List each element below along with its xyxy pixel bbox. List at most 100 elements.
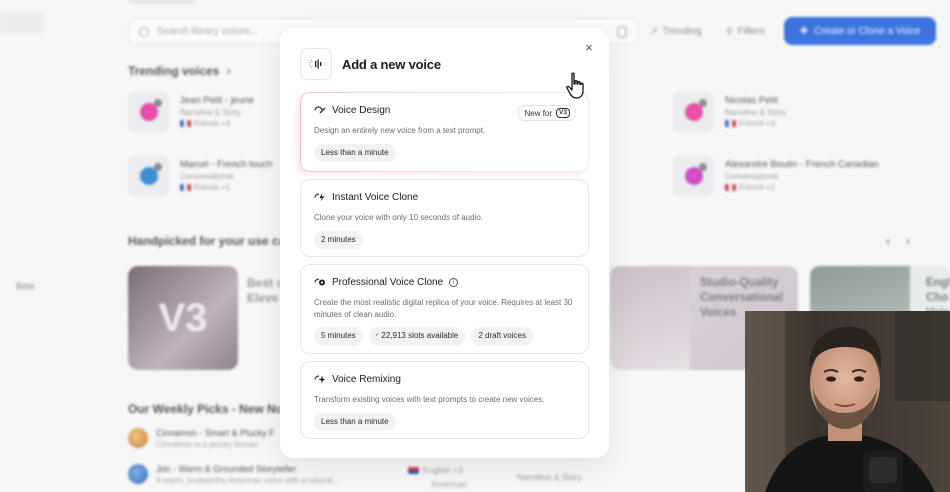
professional-voice-clone-option[interactable]: Professional Voice Clone i Create the mo… xyxy=(300,264,589,354)
webcam-overlay xyxy=(745,311,950,492)
plus-icon: ✚ xyxy=(799,25,809,37)
voice-avatar xyxy=(673,155,715,197)
voice-name: Alexandre Boutin - French Canadian xyxy=(725,159,879,170)
time-chip: 2 minutes xyxy=(314,230,363,249)
france-flag-icon xyxy=(180,120,191,127)
pick-avatar xyxy=(128,464,148,484)
voice-avatar xyxy=(673,91,715,133)
trending-heading-text: Trending voices xyxy=(128,64,220,78)
voice-item[interactable]: Jean Petit - jeune Narrative & Story Fre… xyxy=(128,91,254,133)
sort-icon[interactable] xyxy=(617,18,627,45)
voice-item[interactable]: Marcel - French touch Conversational Fre… xyxy=(128,155,272,197)
time-chip: 5 minutes xyxy=(314,327,363,346)
voice-language-text: French +1 xyxy=(739,183,776,192)
sidebar-active-item[interactable] xyxy=(0,12,44,34)
canada-flag-icon xyxy=(725,184,736,191)
time-chip: Less than a minute xyxy=(314,143,396,162)
voice-item[interactable]: Nicolas Petit Narrative & Story French +… xyxy=(673,91,786,133)
voice-design-desc: Design an entirely new voice from a text… xyxy=(314,126,486,135)
search-icon xyxy=(139,26,149,37)
voice-item[interactable]: Alexandre Boutin - French Canadian Conve… xyxy=(673,155,879,197)
filter-icon: ⚲ xyxy=(726,26,733,36)
pick-name: Cinnamon - Smart & Plucky F xyxy=(156,428,275,438)
pick-avatar xyxy=(128,428,148,448)
close-icon[interactable]: × xyxy=(581,39,597,55)
slots-chip-text: 22,913 slots available xyxy=(381,331,459,340)
hand-pointer-cursor-icon xyxy=(565,72,589,105)
top-tab-remnant xyxy=(128,0,196,4)
presenter-video-image xyxy=(745,311,950,492)
instant-clone-desc: Clone your voice with only 10 seconds of… xyxy=(314,213,483,222)
create-voice-button[interactable]: ✚ Create or Clone a Voice xyxy=(784,17,936,45)
trending-icon: ↗ xyxy=(650,26,658,36)
v3-card-image[interactable]: V3 xyxy=(128,266,238,370)
time-chip: Less than a minute xyxy=(314,412,396,431)
voice-category: Narrative & Story xyxy=(725,108,786,117)
pick-language-text: English +3 xyxy=(423,465,463,475)
voice-avatar xyxy=(128,155,170,197)
new-for-text: New for xyxy=(524,108,553,118)
trending-label: Trending xyxy=(662,26,702,37)
voice-language-text: French +4 xyxy=(194,119,231,128)
voice-remixing-title: Voice Remixing xyxy=(332,374,401,385)
pick-desc: A warm, trustworthy American voice with … xyxy=(156,476,340,485)
instant-clone-title: Instant Voice Clone xyxy=(332,192,419,203)
instant-voice-clone-option[interactable]: Instant Voice Clone Clone your voice wit… xyxy=(300,179,589,257)
best-card-text: Best o Eleve xyxy=(247,276,284,305)
france-flag-icon xyxy=(180,184,191,191)
beta-label: Beta xyxy=(16,281,35,291)
modal-title: Add a new voice xyxy=(342,56,441,72)
professional-clone-desc: Create the most realistic digital replic… xyxy=(314,298,573,319)
add-voice-modal: Add a new voice × Voice Design New for V… xyxy=(280,28,609,458)
sparkle-icon xyxy=(314,375,326,385)
v3-tag: V3 xyxy=(556,108,570,118)
voice-avatar xyxy=(128,91,170,133)
voice-name: Jean Petit - jeune xyxy=(180,95,254,106)
pick-language: English +3 xyxy=(408,465,463,475)
voice-language: French +4 xyxy=(725,119,786,128)
us-flag-icon xyxy=(408,466,419,474)
voice-design-icon xyxy=(314,106,326,116)
chevron-right-icon[interactable]: › xyxy=(227,64,231,78)
studio-card-image xyxy=(610,266,690,370)
voice-language: French +4 xyxy=(180,119,254,128)
voice-design-title: Voice Design xyxy=(332,105,391,116)
create-voice-label: Create or Clone a Voice xyxy=(814,25,921,37)
drafts-chip: 2 draft voices xyxy=(471,327,533,346)
v3-card-label: V3 xyxy=(158,295,208,340)
modal-header: Add a new voice xyxy=(300,48,441,80)
trending-button[interactable]: ↗ Trending xyxy=(650,18,702,45)
chevron-right-icon[interactable]: › xyxy=(906,234,910,248)
voice-category: Conversational xyxy=(725,172,779,181)
carousel-nav: ‹ › xyxy=(886,234,910,248)
voice-category: Conversational xyxy=(180,172,234,181)
france-flag-icon xyxy=(725,120,736,127)
voice-design-option[interactable]: Voice Design New for V3 Design an entire… xyxy=(300,92,589,172)
search-placeholder: Search library voices... xyxy=(157,26,259,37)
lightning-icon xyxy=(314,193,326,203)
pick-accent: American xyxy=(431,479,467,489)
chevron-left-icon[interactable]: ‹ xyxy=(886,234,890,248)
info-icon[interactable]: i xyxy=(449,278,459,287)
voice-remixing-option[interactable]: Voice Remixing Transform existing voices… xyxy=(300,361,589,439)
weekly-heading: Our Weekly Picks - New No xyxy=(128,402,284,416)
filters-button[interactable]: ⚲ Filters xyxy=(726,18,765,45)
voice-name: Marcel - French touch xyxy=(180,159,273,170)
pick-name: Jon - Warm & Grounded Storyteller xyxy=(156,464,297,474)
voice-remixing-desc: Transform existing voices with text prom… xyxy=(314,395,545,404)
pick-category: Narrative & Story xyxy=(517,472,582,482)
voice-language-text: French +4 xyxy=(739,119,776,128)
voice-language: French +1 xyxy=(180,183,272,192)
slots-chip: ◜ 22,913 slots available xyxy=(368,327,466,346)
voice-language-text: French +1 xyxy=(194,183,231,192)
pick-item[interactable]: Cinnamon - Smart & Plucky F Cinnamon is … xyxy=(128,428,275,449)
handpicked-heading: Handpicked for your use ca xyxy=(128,234,286,248)
professional-clone-title: Professional Voice Clone xyxy=(332,277,444,288)
voice-language: French +1 xyxy=(725,183,879,192)
professional-clone-icon xyxy=(314,278,326,288)
spinner-icon: ◜ xyxy=(375,333,379,340)
pick-item[interactable]: Jon - Warm & Grounded Storyteller A warm… xyxy=(128,464,339,485)
trending-heading: Trending voices › xyxy=(128,64,231,78)
voice-category: Narrative & Story xyxy=(180,108,241,117)
voice-wave-icon xyxy=(300,48,332,80)
